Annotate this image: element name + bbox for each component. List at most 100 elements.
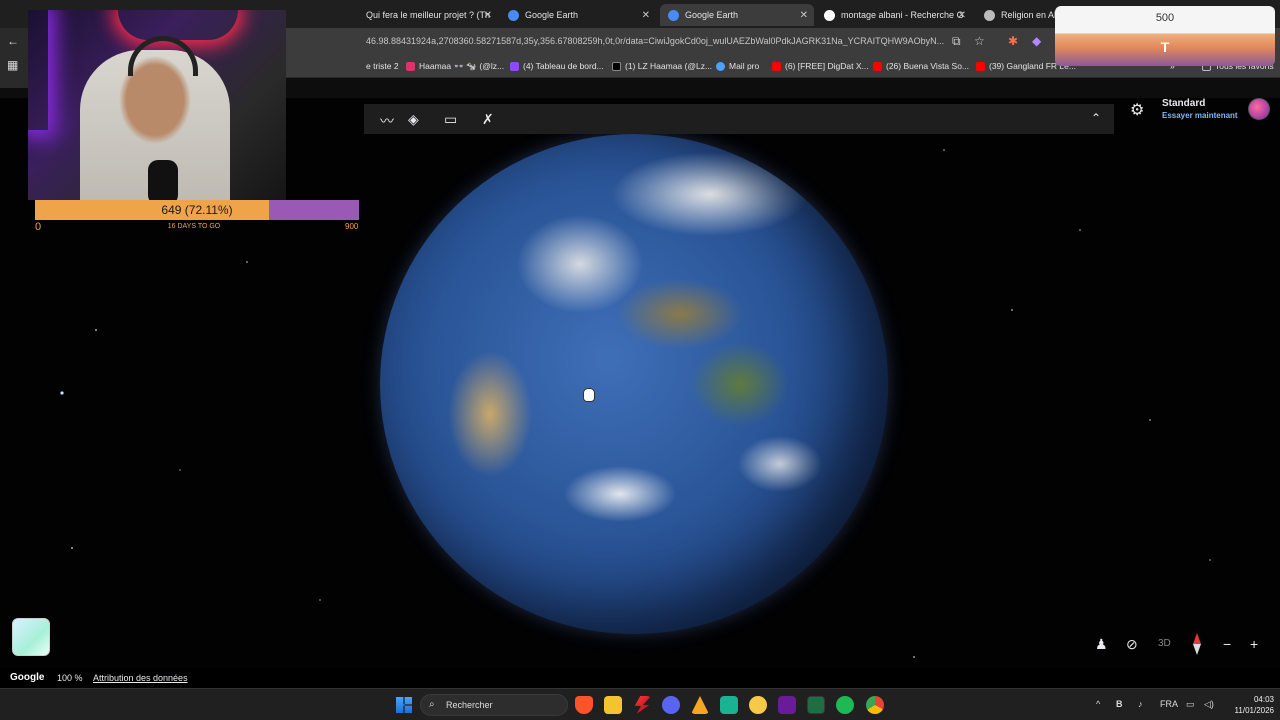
youtube-icon	[873, 61, 882, 71]
back-arrow-icon[interactable]: ←	[7, 34, 19, 48]
tab-title: montage albani - Recherche G	[841, 10, 964, 20]
microphone-icon[interactable]: ♪	[1138, 699, 1143, 709]
earth-toolbar: 〰 ◈ ▭ ✗ ⌃	[364, 104, 1114, 134]
layers-icon[interactable]: ◈	[408, 111, 419, 128]
bookmark-star-icon[interactable]: ☆	[974, 34, 985, 48]
lightning-app-icon[interactable]	[634, 696, 651, 714]
search-placeholder: Rechercher	[446, 700, 493, 710]
earth-favicon-icon	[508, 9, 519, 21]
extension-icon[interactable]: ◆	[1032, 34, 1041, 48]
bookmark-label: (26) Buena Vista So...	[886, 61, 970, 71]
chevron-up-icon[interactable]: ⌃	[1091, 111, 1101, 125]
bookmark-label: Mail pro	[729, 61, 760, 71]
vlc-like-icon[interactable]	[691, 696, 709, 714]
rotation-lock-icon[interactable]: ⊘	[1126, 636, 1138, 653]
emoji-app-icon[interactable]	[749, 696, 767, 714]
screen: Qui fera le meilleur projet ? (Th ✕ Goog…	[0, 0, 1280, 720]
next-app-icon[interactable]	[778, 696, 796, 714]
bookmark-item[interactable]: e triste 2	[366, 61, 399, 71]
apps-grid-icon[interactable]: ▦	[7, 58, 18, 72]
bookmark-label: Haamaa 👓 🐄 (@lz...	[419, 61, 505, 71]
taskbar-search[interactable]: ⌕ Rechercher	[420, 694, 568, 716]
close-icon[interactable]: ✕	[484, 10, 492, 21]
bookmark-item[interactable]: (6) [FREE] DigDat X...	[772, 61, 869, 71]
headset	[128, 36, 198, 76]
try-now-link[interactable]: Essayer maintenant	[1162, 111, 1238, 120]
windows-taskbar: ⌕ Rechercher ^ B ♪ FRA ▭ ◁) 04:03 11/01/…	[0, 688, 1280, 720]
file-explorer-icon[interactable]	[604, 696, 622, 714]
google-favicon-icon	[824, 9, 835, 21]
earth-favicon-icon	[668, 9, 679, 21]
pegman-icon[interactable]: ♟	[1095, 636, 1108, 653]
url-field[interactable]: 46.98.88431924a,2708360.58271587d,35y,35…	[366, 36, 946, 46]
bookmark-item[interactable]: Haamaa 👓 🐄 (@lz...	[406, 61, 504, 72]
clock-time: 04:03	[1253, 695, 1274, 704]
discord-icon[interactable]	[662, 696, 680, 714]
spotify-icon[interactable]	[836, 696, 854, 714]
excel-icon[interactable]	[807, 696, 825, 714]
search-icon: ⌕	[429, 699, 435, 710]
widget-letter: T	[1160, 39, 1170, 55]
system-clock[interactable]: 04:03 11/01/2026	[1222, 694, 1274, 716]
tab-title: Qui fera le meilleur projet ? (Th	[366, 10, 491, 20]
tab-google-earth-2[interactable]: Google Earth ✕	[660, 4, 814, 26]
volume-icon[interactable]: ◁)	[1204, 699, 1214, 710]
goal-countdown: 16 DAYS TO GO	[167, 223, 221, 230]
network-icon[interactable]: ▭	[1186, 699, 1195, 710]
start-menu-icon[interactable]	[396, 697, 412, 713]
3d-toggle-button[interactable]: 3D	[1158, 638, 1171, 649]
microphone	[148, 160, 178, 200]
goal-max: 900	[345, 222, 359, 231]
tab-religion[interactable]: Religion en Alba	[976, 4, 1056, 26]
instagram-icon	[406, 62, 415, 71]
tab-montage-albani[interactable]: montage albani - Recherche G ✕	[816, 4, 972, 26]
tab-title: Google Earth	[685, 10, 739, 20]
tab-project[interactable]: Qui fera le meilleur projet ? (Th ✕	[358, 4, 498, 26]
brave-icon[interactable]	[575, 696, 593, 714]
close-icon[interactable]: ✕	[958, 10, 966, 21]
zoom-out-button[interactable]: −	[1223, 636, 1231, 652]
satellite-tool-icon[interactable]: ✗	[482, 111, 494, 128]
avatar[interactable]	[1248, 98, 1270, 120]
bookmark-item[interactable]: (4) Tableau de bord...	[510, 61, 604, 71]
attribution-link[interactable]: Attribution des données	[93, 673, 188, 683]
close-icon[interactable]: ✕	[800, 10, 808, 21]
widget-number: 500	[1155, 12, 1175, 24]
earth-footer	[0, 668, 1280, 688]
chevron-up-icon[interactable]: ^	[1096, 699, 1100, 709]
neon-light	[118, 10, 238, 40]
zoom-in-button[interactable]: +	[1250, 636, 1258, 652]
settings-gear-icon[interactable]: ⚙	[1130, 100, 1144, 120]
app-widget-icon[interactable]	[12, 618, 50, 656]
bookmark-label: (4) Tableau de bord...	[523, 61, 604, 71]
bookmark-label: e triste 2	[366, 61, 399, 71]
youtube-icon	[976, 61, 985, 71]
x-icon	[612, 61, 621, 71]
bookmark-label: (1) LZ Haamaa (@Lz...	[625, 61, 713, 71]
mail-icon	[716, 61, 725, 71]
earth-globe[interactable]	[380, 134, 888, 634]
bookmark-item[interactable]: Mail pro	[716, 61, 759, 71]
chrome-icon[interactable]	[866, 696, 884, 714]
extension-icon[interactable]: ✱	[1008, 34, 1018, 48]
bluetooth-icon[interactable]: B	[1116, 699, 1123, 709]
install-app-icon[interactable]: ⧉	[952, 34, 961, 49]
goal-label: 649 (72.11%)	[161, 203, 233, 217]
neon-light	[28, 10, 48, 130]
ruler-icon[interactable]: ▭	[444, 111, 457, 128]
bookmark-item[interactable]: (1) LZ Haamaa (@Lz...	[612, 61, 712, 71]
path-tool-icon[interactable]: 〰	[380, 111, 394, 131]
google-logo: Google	[10, 672, 45, 683]
youtube-icon	[772, 61, 781, 71]
language-indicator[interactable]: FRA	[1160, 699, 1178, 709]
bookmark-item[interactable]: (26) Buena Vista So...	[873, 61, 969, 71]
chat-app-icon[interactable]	[720, 696, 738, 714]
twitch-icon	[510, 61, 519, 71]
zoom-level: 100 %	[57, 673, 83, 683]
side-panel: ← ▦	[0, 28, 28, 88]
plan-title: Standard	[1162, 98, 1206, 109]
close-icon[interactable]: ✕	[642, 10, 650, 21]
hand-cursor-icon	[583, 388, 595, 402]
webcam-overlay	[28, 10, 286, 200]
tab-google-earth-1[interactable]: Google Earth ✕	[500, 4, 656, 26]
